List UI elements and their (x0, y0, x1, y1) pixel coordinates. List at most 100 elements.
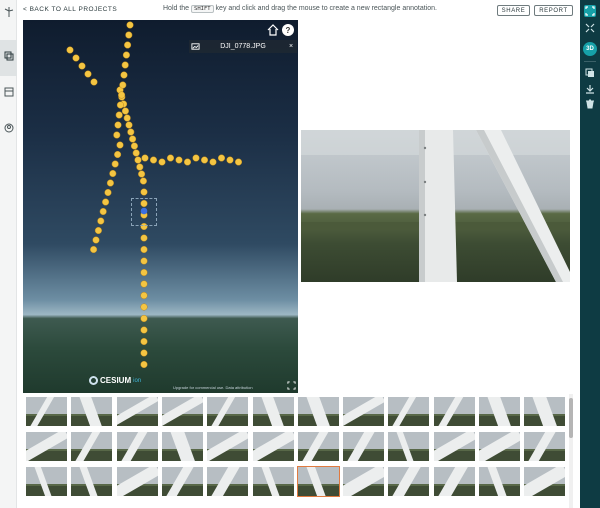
flight-point[interactable] (140, 234, 148, 242)
download-icon[interactable] (584, 83, 596, 95)
flight-point[interactable] (226, 156, 234, 164)
photo-thumbnail[interactable] (161, 397, 203, 426)
flight-point[interactable] (141, 154, 149, 162)
flight-point[interactable] (183, 158, 192, 166)
photo-thumbnail[interactable] (296, 466, 340, 497)
flight-point[interactable] (122, 51, 130, 59)
photo-thumbnail[interactable] (524, 397, 566, 426)
user-circle-icon[interactable] (3, 122, 14, 133)
scrollbar-thumb[interactable] (569, 398, 573, 438)
flight-point[interactable] (99, 207, 107, 216)
photo-thumbnail[interactable] (252, 397, 294, 426)
flight-point[interactable] (125, 121, 133, 129)
photo-thumbnail[interactable] (26, 397, 67, 426)
photo-thumbnail[interactable] (388, 397, 430, 426)
photo-thumbnail[interactable] (297, 432, 339, 461)
expand-icon[interactable] (584, 5, 596, 17)
3d-badge[interactable]: 3D (583, 42, 597, 56)
layers-icon[interactable] (3, 50, 14, 61)
flight-point[interactable] (138, 170, 146, 178)
flight-point[interactable] (140, 326, 148, 334)
flight-point[interactable] (132, 149, 140, 157)
trash-icon[interactable] (584, 98, 596, 110)
scan-icon[interactable] (584, 22, 596, 34)
data-attribution[interactable]: Upgrade for commercial use. Data attribu… (173, 385, 253, 390)
flight-point[interactable] (140, 245, 148, 254)
photo-thumbnail[interactable] (161, 432, 203, 461)
flight-point[interactable] (113, 131, 121, 139)
flight-point[interactable] (140, 280, 148, 288)
photo-thumbnail[interactable] (116, 432, 158, 461)
flight-point[interactable] (102, 198, 110, 206)
flight-point[interactable] (126, 21, 134, 29)
flight-point[interactable] (104, 188, 112, 197)
thumbnail-scrollbar[interactable] (569, 394, 573, 508)
photo-thumbnail[interactable] (252, 467, 294, 496)
flight-point[interactable] (84, 70, 92, 78)
photo-thumbnail[interactable] (207, 397, 249, 426)
flight-point[interactable] (116, 101, 124, 109)
photo-thumbnail[interactable] (26, 432, 67, 461)
flight-point[interactable] (125, 31, 133, 39)
flight-point[interactable] (140, 188, 148, 196)
flight-point[interactable] (118, 91, 126, 99)
photo-thumbnail[interactable] (433, 432, 475, 461)
photo-thumbnail[interactable] (252, 432, 294, 461)
flight-point[interactable] (140, 303, 148, 311)
photo-thumbnail[interactable] (479, 467, 520, 496)
flight-point[interactable] (217, 154, 226, 162)
flight-point[interactable] (66, 46, 74, 54)
flight-point[interactable] (94, 226, 102, 235)
photo-thumbnail[interactable] (26, 467, 67, 496)
photo-thumbnail[interactable] (524, 467, 566, 496)
photo-thumbnail[interactable] (343, 397, 385, 426)
flight-point[interactable] (134, 156, 142, 164)
flight-point[interactable] (130, 142, 138, 150)
image-file-chip[interactable]: DJI_0778.JPG × (189, 40, 297, 53)
photo-thumbnail[interactable] (479, 432, 520, 461)
flight-point[interactable] (175, 156, 183, 164)
flight-point[interactable] (140, 291, 148, 300)
flight-point[interactable] (127, 128, 135, 136)
fullscreen-icon[interactable] (287, 381, 296, 390)
flight-point[interactable] (121, 61, 129, 69)
flight-point[interactable] (136, 163, 144, 171)
photo-thumbnail[interactable] (433, 467, 475, 496)
report-button[interactable]: REPORT (534, 5, 573, 16)
flight-point[interactable] (114, 150, 122, 159)
gallery-icon[interactable] (584, 67, 596, 79)
flight-point[interactable] (140, 360, 148, 369)
flight-point[interactable] (97, 217, 105, 225)
flight-point[interactable] (140, 268, 148, 277)
flight-point[interactable] (78, 62, 86, 70)
flight-point[interactable] (166, 154, 175, 162)
flight-point[interactable] (149, 156, 158, 164)
photo-thumbnail[interactable] (524, 432, 566, 461)
photo-thumbnail[interactable] (71, 397, 113, 426)
flight-point[interactable] (140, 314, 148, 323)
flight-point[interactable] (109, 169, 117, 178)
photo-thumbnail[interactable] (479, 397, 520, 426)
flight-point[interactable] (119, 81, 127, 89)
photo-thumbnail[interactable] (343, 467, 385, 496)
close-icon[interactable]: × (285, 43, 297, 50)
photo-thumbnail[interactable] (116, 397, 158, 426)
photo-thumbnail[interactable] (343, 432, 385, 461)
flight-point[interactable] (114, 121, 122, 129)
share-button[interactable]: SHARE (497, 5, 530, 16)
photo-thumbnail[interactable] (388, 432, 430, 461)
home-icon[interactable] (267, 24, 279, 36)
photo-thumbnail[interactable] (161, 467, 203, 496)
wind-turbine-icon[interactable] (3, 6, 14, 17)
photo-thumbnail[interactable] (297, 397, 339, 426)
photo-thumbnail[interactable] (433, 397, 475, 426)
flight-point[interactable] (90, 78, 98, 86)
cesium-viewer[interactable]: ? DJI_0778.JPG × CESIUM ion Upgrade for … (23, 20, 298, 393)
panel-icon[interactable] (3, 86, 14, 97)
help-icon[interactable]: ? (282, 24, 294, 36)
flight-point[interactable] (121, 107, 129, 115)
flight-point[interactable] (123, 114, 131, 122)
flight-point[interactable] (158, 158, 166, 166)
flight-point[interactable] (129, 135, 137, 143)
flight-point[interactable] (140, 337, 148, 346)
